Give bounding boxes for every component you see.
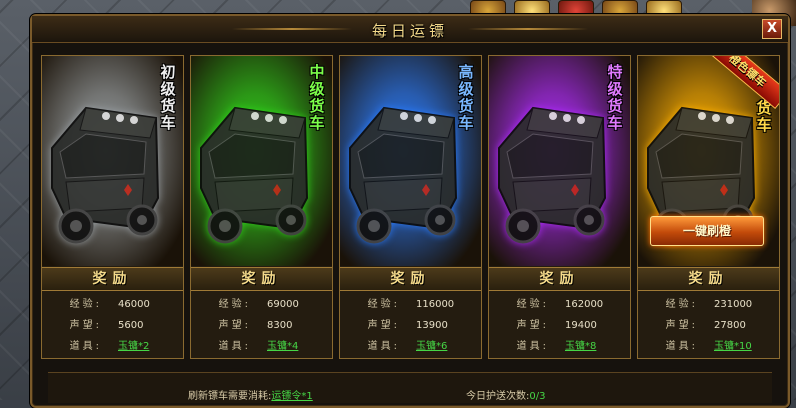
close-button[interactable]: X [762,19,782,39]
exp-value: 116000 [416,299,455,310]
item-link[interactable]: 玉镛*2 [118,336,149,357]
fame-value: 19400 [565,320,597,331]
item-label: 道具: [367,341,400,352]
truck-icon [349,106,458,244]
reward-exp-row: 经验: 69000 [191,294,332,315]
daily-escort-window: 每日运镖 X 初级货车 奖励 经验: 46000 声望: 5600 道具: 玉镛*2 … [30,14,790,408]
exp-label: 经验: [665,299,698,310]
vehicle-card-list: 初级货车 奖励 经验: 46000 声望: 5600 道具: 玉镛*2 中级货车 奖励… [41,55,780,359]
vehicle-card-basic[interactable]: 初级货车 奖励 经验: 46000 声望: 5600 道具: 玉镛*2 [41,55,184,359]
reward-header: 奖励 [638,267,779,291]
reward-fame-row: 声望: 27800 [638,315,779,336]
fame-label: 声望: [218,320,251,331]
item-link[interactable]: 玉镛*6 [416,336,447,357]
reward-item-row: 道具: 玉镛*10 [638,336,779,357]
vehicle-card-advanced[interactable]: 高级货车 奖励 经验: 116000 声望: 13900 道具: 玉镛*6 [339,55,482,359]
reward-exp-row: 经验: 116000 [340,294,481,315]
fame-value: 13900 [416,320,448,331]
fame-label: 声望: [367,320,400,331]
reward-fame-row: 声望: 8300 [191,315,332,336]
vehicle-card-orange[interactable]: 货车 橙色镖车 一键刷橙 奖励 经验: 231000 声望: 27800 道具: 玉镛… [637,55,780,359]
truck-icon [200,106,309,244]
reward-list: 经验: 162000 声望: 19400 道具: 玉镛*8 [489,294,630,357]
reward-list: 经验: 231000 声望: 27800 道具: 玉镛*10 [638,294,779,357]
reward-item-row: 道具: 玉镛*2 [42,336,183,357]
vehicle-card-premium[interactable]: 特级货车 奖励 经验: 162000 声望: 19400 道具: 玉镛*8 [488,55,631,359]
exp-label: 经验: [69,299,102,310]
fame-value: 8300 [267,320,293,331]
reward-header: 奖励 [340,267,481,291]
reward-fame-row: 声望: 5600 [42,315,183,336]
item-label: 道具: [516,341,549,352]
title-bar: 每日运镖 X [32,16,788,43]
reward-header: 奖励 [489,267,630,291]
item-label: 道具: [69,341,102,352]
escort-footer: 刷新镖车需要消耗:运镖令*1 今日护送次数:0/3 [48,372,772,403]
fame-label: 声望: [516,320,549,331]
reward-header: 奖励 [42,267,183,291]
vehicle-card-intermediate[interactable]: 中级货车 奖励 经验: 69000 声望: 8300 道具: 玉镛*4 [190,55,333,359]
exp-value: 231000 [714,299,753,310]
exp-label: 经验: [367,299,400,310]
fame-value: 27800 [714,320,746,331]
reward-fame-row: 声望: 13900 [340,315,481,336]
reward-header: 奖励 [191,267,332,291]
exp-value: 162000 [565,299,604,310]
exp-label: 经验: [516,299,549,310]
reward-list: 经验: 69000 声望: 8300 道具: 玉镛*4 [191,294,332,357]
exp-value: 69000 [267,299,299,310]
fame-value: 5600 [118,320,144,331]
vehicle-name: 中级货车 [309,63,325,132]
fame-label: 声望: [69,320,102,331]
refresh-cost-item-link[interactable]: 运镖令*1 [271,391,312,402]
reward-list: 经验: 46000 声望: 5600 道具: 玉镛*2 [42,294,183,357]
vehicle-name: 特级货车 [607,63,623,132]
item-link[interactable]: 玉镛*8 [565,336,596,357]
refresh-cost-label: 刷新镖车需要消耗: [188,391,272,402]
one-click-orange-button[interactable]: 一键刷橙 [650,216,764,246]
reward-item-row: 道具: 玉镛*6 [340,336,481,357]
reward-exp-row: 经验: 46000 [42,294,183,315]
fame-label: 声望: [665,320,698,331]
exp-value: 46000 [118,299,150,310]
reward-list: 经验: 116000 声望: 13900 道具: 玉镛*6 [340,294,481,357]
vehicle-name: 高级货车 [458,63,474,132]
item-link[interactable]: 玉镛*4 [267,336,298,357]
reward-item-row: 道具: 玉镛*8 [489,336,630,357]
escort-count-label: 今日护送次数: [466,391,530,402]
item-link[interactable]: 玉镛*10 [714,336,752,357]
truck-icon [498,106,607,244]
reward-fame-row: 声望: 19400 [489,315,630,336]
reward-exp-row: 经验: 231000 [638,294,779,315]
item-label: 道具: [218,341,251,352]
reward-item-row: 道具: 玉镛*4 [191,336,332,357]
vehicle-name: 初级货车 [160,63,176,132]
exp-label: 经验: [218,299,251,310]
window-title: 每日运镖 [371,22,448,40]
item-label: 道具: [665,341,698,352]
reward-exp-row: 经验: 162000 [489,294,630,315]
truck-icon [51,106,160,244]
escort-count-value: 0/3 [529,391,546,402]
